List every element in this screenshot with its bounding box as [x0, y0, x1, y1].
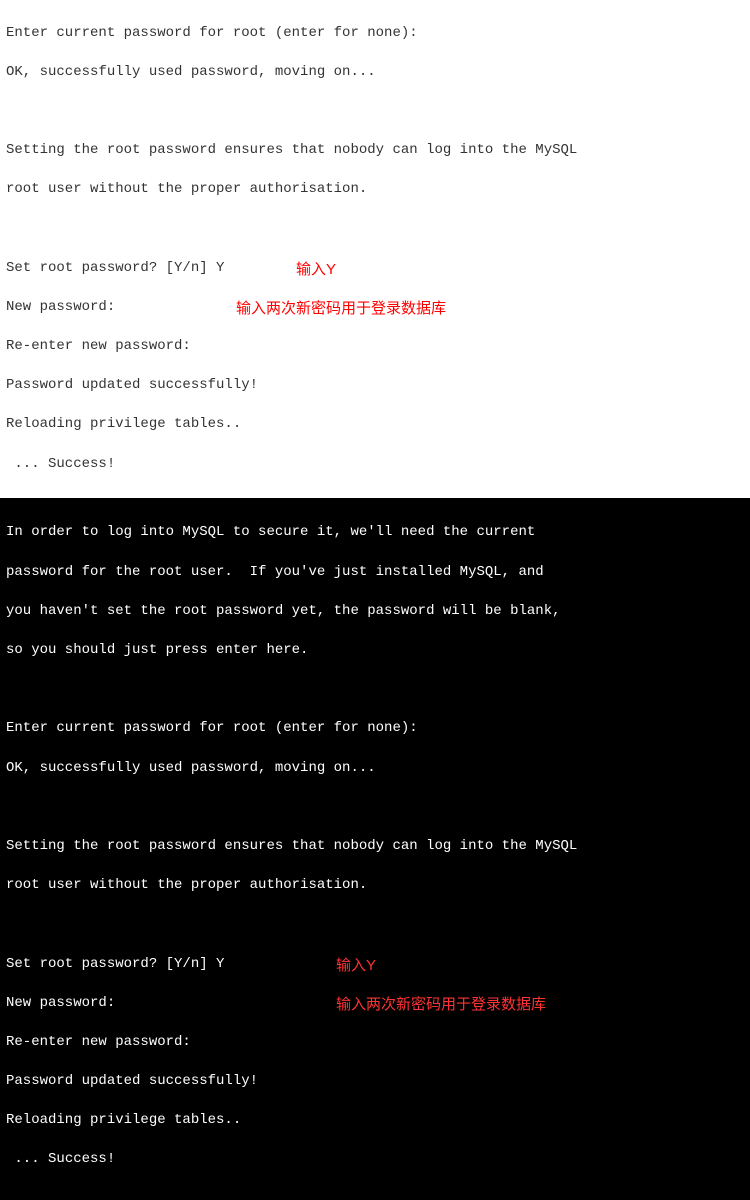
terminal-line: Password updated successfully! — [6, 1072, 744, 1092]
terminal-line — [6, 680, 744, 700]
terminal-line: New password: — [6, 299, 115, 315]
terminal-line: ... Success! — [6, 1150, 744, 1170]
annotation-input-y: 输入Y — [336, 955, 376, 976]
annotation-password-twice: 输入两次新密码用于登录数据库 — [236, 298, 446, 319]
terminal-line: Setting the root password ensures that n… — [6, 141, 744, 161]
terminal-line: Set root password? [Y/n] Y — [6, 956, 224, 972]
terminal-line: password for the root user. If you've ju… — [6, 563, 744, 583]
terminal-line: OK, successfully used password, moving o… — [6, 759, 744, 779]
terminal-line: Reloading privilege tables.. — [6, 1111, 744, 1131]
terminal-line: Set root password? [Y/n] Y — [6, 260, 224, 276]
terminal-line — [6, 798, 744, 818]
terminal-line: so you should just press enter here. — [6, 641, 744, 661]
terminal-output-light: Enter current password for root (enter f… — [0, 0, 750, 498]
terminal-line: you haven't set the root password yet, t… — [6, 602, 744, 622]
terminal-line: Enter current password for root (enter f… — [6, 24, 744, 44]
terminal-line: ... Success! — [6, 455, 744, 475]
terminal-line: Enter current password for root (enter f… — [6, 719, 744, 739]
terminal-line: OK, successfully used password, moving o… — [6, 63, 744, 83]
terminal-line: Password updated successfully! — [6, 376, 744, 396]
annotation-password-twice: 输入两次新密码用于登录数据库 — [336, 994, 546, 1015]
terminal-line: In order to log into MySQL to secure it,… — [6, 523, 744, 543]
terminal-line: Re-enter new password: — [6, 1033, 744, 1053]
terminal-line — [6, 102, 744, 122]
terminal-line: Reloading privilege tables.. — [6, 415, 744, 435]
terminal-line — [6, 220, 744, 240]
annotation-input-y: 输入Y — [296, 259, 336, 280]
terminal-line: Setting the root password ensures that n… — [6, 837, 744, 857]
terminal-output-dark: In order to log into MySQL to secure it,… — [0, 498, 750, 1200]
terminal-line: Re-enter new password: — [6, 337, 744, 357]
terminal-line: root user without the proper authorisati… — [6, 180, 744, 200]
terminal-line: New password: — [6, 995, 115, 1011]
terminal-line: root user without the proper authorisati… — [6, 876, 744, 896]
terminal-line — [6, 915, 744, 935]
